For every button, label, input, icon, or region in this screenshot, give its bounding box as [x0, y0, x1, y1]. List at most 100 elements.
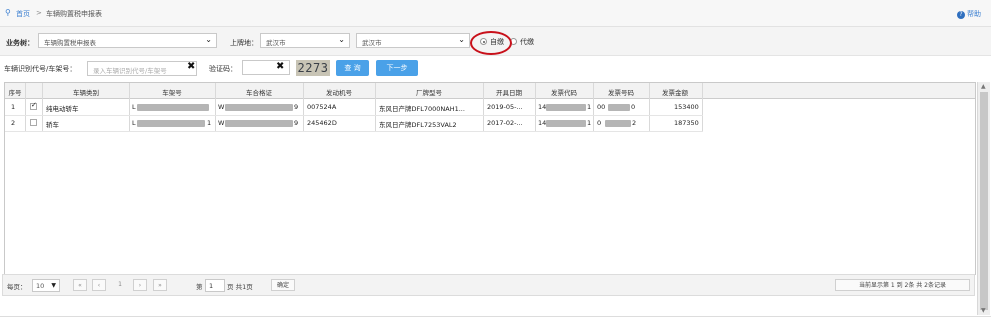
row-engine-no: 245462D [307, 119, 337, 127]
chevron-down-icon: ⌄ [205, 35, 212, 44]
breadcrumb-current: 车辆购置税申报表 [46, 10, 102, 18]
vin-placeholder: 录入车辆识别代号/车架号 [93, 67, 167, 75]
row-invoice-no-suffix: 0 [631, 103, 636, 111]
location-label: 上牌地： [230, 39, 258, 47]
row-invoice-no-suffix: 2 [632, 119, 637, 127]
chevron-down-icon: ⌄ [338, 35, 345, 44]
next-step-button[interactable]: 下一步 [376, 60, 418, 76]
scrollbar-thumb[interactable] [980, 92, 988, 310]
row-frame-prefix: L [132, 103, 136, 111]
row-index: 1 [11, 103, 16, 111]
row-invoice-no-prefix: 00 [597, 103, 606, 111]
header-invoice-amount: 发票金额 [662, 89, 688, 97]
redacted-invoice-no [605, 120, 631, 127]
current-page-number[interactable]: 1 [112, 279, 128, 291]
first-page-button[interactable]: « [73, 279, 87, 291]
clear-captcha-icon[interactable]: ✖ [276, 61, 284, 72]
query-button[interactable]: 查 询 [336, 60, 369, 76]
redacted-invoice-code [546, 104, 586, 111]
per-page-label: 每页： [7, 283, 27, 291]
redacted-frame-no [137, 120, 205, 127]
row-amount: 153400 [674, 103, 699, 111]
row-amount: 187350 [674, 119, 699, 127]
search-row: 车辆识别代号/车架号： 录入车辆识别代号/车架号 ✖ 验证码： ✖ [0, 56, 991, 82]
row-checkbox[interactable] [30, 101, 37, 110]
location-pin-icon: ⚲ [5, 8, 11, 17]
row-category: 轿车 [46, 121, 59, 129]
row-cert-prefix: W [218, 119, 225, 127]
row-invoice-code-suffix: 1 [587, 119, 592, 127]
result-table: 序号 车辆类别 车架号 车合格证 发动机号 厂牌型号 开具日期 发票代码 发票号… [4, 82, 976, 275]
redacted-invoice-no [608, 104, 630, 111]
row-category: 纯电动轿车 [46, 105, 79, 113]
go-page-button[interactable]: 确定 [271, 279, 295, 291]
pagination-bar: 每页： 10 ▼ « ‹ 1 › » 第 1 页 共1页 确定 当前显示第 1 … [2, 274, 975, 296]
redacted-certificate [225, 104, 293, 111]
breadcrumb: ⚲ 首页 > 车辆购置税申报表 ? 帮助 [0, 0, 991, 27]
prev-page-button[interactable]: ‹ [92, 279, 106, 291]
row-issue-date: 2017-02-... [487, 119, 523, 127]
vertical-scrollbar[interactable]: ▲ ▼ [977, 82, 990, 315]
row-model: 东风日产牌DFL7000NAH1... [379, 105, 465, 113]
help-label: 帮助 [967, 10, 981, 18]
table-row[interactable]: 2 轿车 L 1 W 9 245462D 东风日产牌DFL7253VAL2 20… [5, 115, 703, 132]
row-model: 东风日产牌DFL7253VAL2 [379, 121, 457, 129]
per-page-value: 10 [36, 282, 45, 290]
scroll-down-icon[interactable]: ▼ [981, 307, 986, 314]
table-row[interactable]: 1 纯电动轿车 L W 9 007524A 东风日产牌DFL7000NAH1..… [5, 99, 703, 116]
row-frame-suffix: 1 [207, 119, 212, 127]
clear-vin-icon[interactable]: ✖ [187, 61, 195, 72]
help-link[interactable]: ? 帮助 [957, 9, 981, 19]
records-summary: 当前显示第 1 到 2条 共 2条记录 [835, 279, 970, 291]
header-invoice-code: 发票代码 [551, 89, 577, 97]
header-model: 厂牌型号 [416, 89, 442, 97]
row-invoice-code-suffix: 1 [587, 103, 592, 111]
captcha-image[interactable]: 2273 [296, 60, 330, 76]
page-input[interactable]: 1 [205, 279, 225, 292]
bottom-panel [0, 316, 991, 335]
redacted-frame-no [137, 104, 209, 111]
location-city-select[interactable]: 武汉市 ⌄ [260, 33, 350, 48]
page-suffix: 页 共1页 [227, 283, 253, 291]
header-frame-no: 车架号 [162, 89, 182, 97]
row-issue-date: 2019-05-... [487, 103, 523, 111]
breadcrumb-home-link[interactable]: 首页 [16, 9, 30, 19]
row-cert-suffix: 9 [294, 119, 299, 127]
row-checkbox[interactable] [30, 119, 37, 126]
row-invoice-no-prefix: 0 [597, 119, 602, 127]
chevron-down-icon: ▼ [51, 282, 56, 289]
highlight-annotation [470, 31, 512, 55]
header-category: 车辆类别 [73, 89, 99, 97]
business-select[interactable]: 车辆购置税申报表 ⌄ [38, 33, 217, 48]
business-select-value: 车辆购置税申报表 [44, 39, 96, 47]
redacted-invoice-code [546, 120, 586, 127]
header-invoice-no: 发票号码 [608, 89, 634, 97]
vin-label: 车辆识别代号/车架号： [4, 65, 77, 73]
last-page-button[interactable]: » [153, 279, 167, 291]
breadcrumb-separator: > [36, 9, 42, 17]
row-cert-prefix: W [218, 103, 225, 111]
location-district-select[interactable]: 武汉市 ⌄ [356, 33, 470, 48]
scroll-up-icon[interactable]: ▲ [981, 83, 986, 90]
header-index: 序号 [8, 89, 22, 97]
header-engine-no: 发动机号 [326, 89, 352, 97]
help-icon: ? [957, 11, 965, 19]
row-frame-prefix: L [132, 119, 136, 127]
location-district-value: 武汉市 [362, 39, 382, 47]
vin-input[interactable]: 录入车辆识别代号/车架号 [87, 61, 197, 76]
header-issue-date: 开具日期 [496, 89, 522, 97]
page-prefix: 第 [196, 283, 203, 291]
next-page-button[interactable]: › [133, 279, 147, 291]
header-certificate: 车合格证 [246, 89, 272, 97]
per-page-select[interactable]: 10 ▼ [32, 279, 60, 292]
location-city-value: 武汉市 [266, 39, 286, 47]
redacted-certificate [225, 120, 293, 127]
captcha-label: 验证码： [209, 65, 237, 73]
page-input-value: 1 [209, 282, 214, 290]
row-engine-no: 007524A [307, 103, 337, 111]
table-header: 序号 车辆类别 车架号 车合格证 发动机号 厂牌型号 开具日期 发票代码 发票号… [5, 83, 975, 99]
chevron-down-icon: ⌄ [458, 35, 465, 44]
agent-pay-label: 代缴 [520, 38, 534, 46]
row-cert-suffix: 9 [294, 103, 299, 111]
business-label: 业务树： [6, 39, 34, 47]
